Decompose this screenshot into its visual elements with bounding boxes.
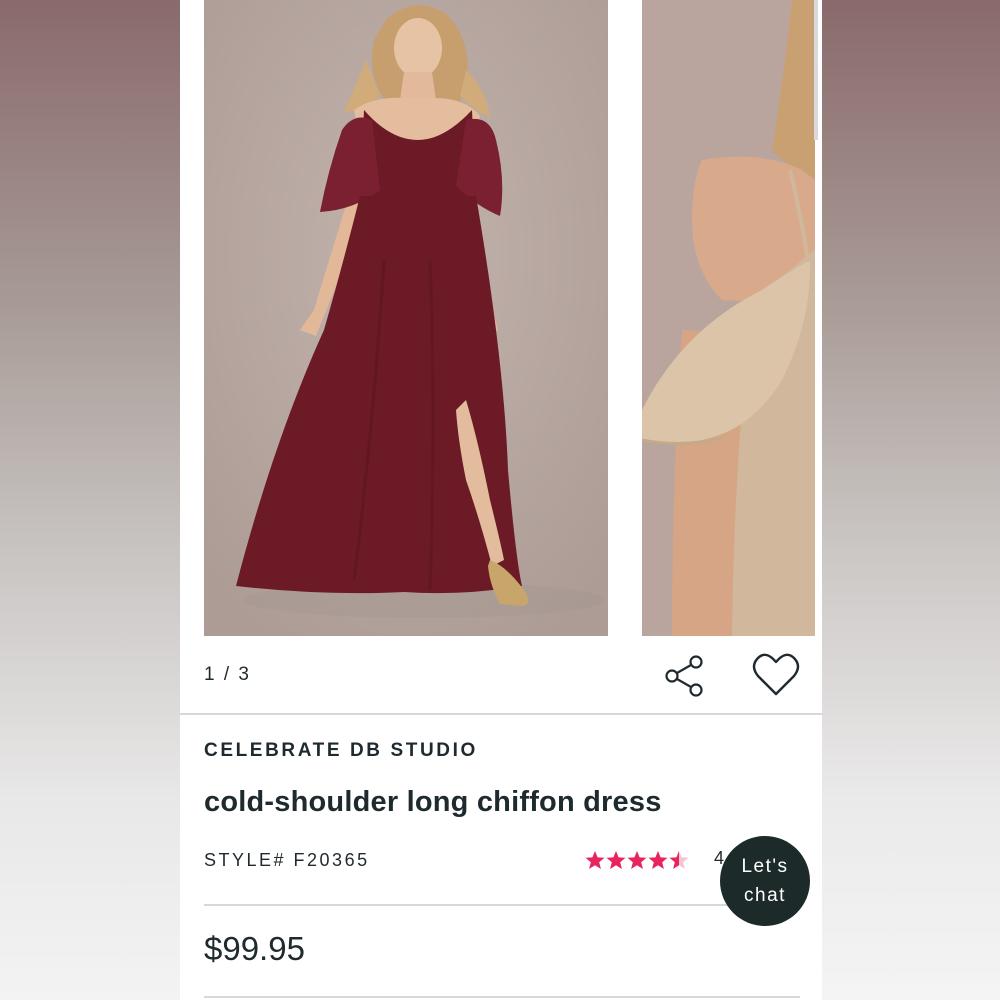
product-title: cold-shoulder long chiffon dress (204, 786, 662, 818)
product-price: $99.95 (204, 930, 305, 967)
rating-stars[interactable] (585, 848, 695, 872)
rating-stars-svg (585, 851, 689, 869)
share-button[interactable] (662, 654, 708, 698)
star-icon (669, 851, 689, 869)
chat-label-line1: Let's (741, 856, 789, 877)
product-style-number: STYLE# F20365 (204, 850, 370, 870)
share-icon (665, 655, 703, 697)
heart-icon (752, 653, 800, 696)
product-brand[interactable]: CELEBRATE DB STUDIO (204, 740, 478, 762)
chat-button[interactable]: Let's chat (720, 836, 810, 926)
divider (204, 996, 800, 998)
star-icon (606, 851, 626, 869)
star-icon (585, 851, 605, 869)
gallery-scrollbar[interactable] (814, 0, 818, 140)
star-icon (648, 851, 668, 869)
backdrop-right (822, 0, 1000, 1000)
product-image-main[interactable] (204, 0, 608, 636)
favorite-button[interactable] (752, 652, 800, 698)
product-page: 1 / 3 CELEBRATE DB STUDIO cold-shoulder … (180, 0, 822, 1000)
gallery-pager: 1 / 3 (204, 664, 251, 685)
divider (180, 713, 822, 715)
backdrop-left (0, 0, 180, 1000)
product-photo-illustration (204, 0, 608, 636)
star-icon (627, 851, 647, 869)
product-photo-next-illustration (642, 0, 815, 636)
product-image-next[interactable] (642, 0, 815, 636)
chat-label-line2: chat (744, 885, 786, 906)
divider (204, 904, 800, 906)
